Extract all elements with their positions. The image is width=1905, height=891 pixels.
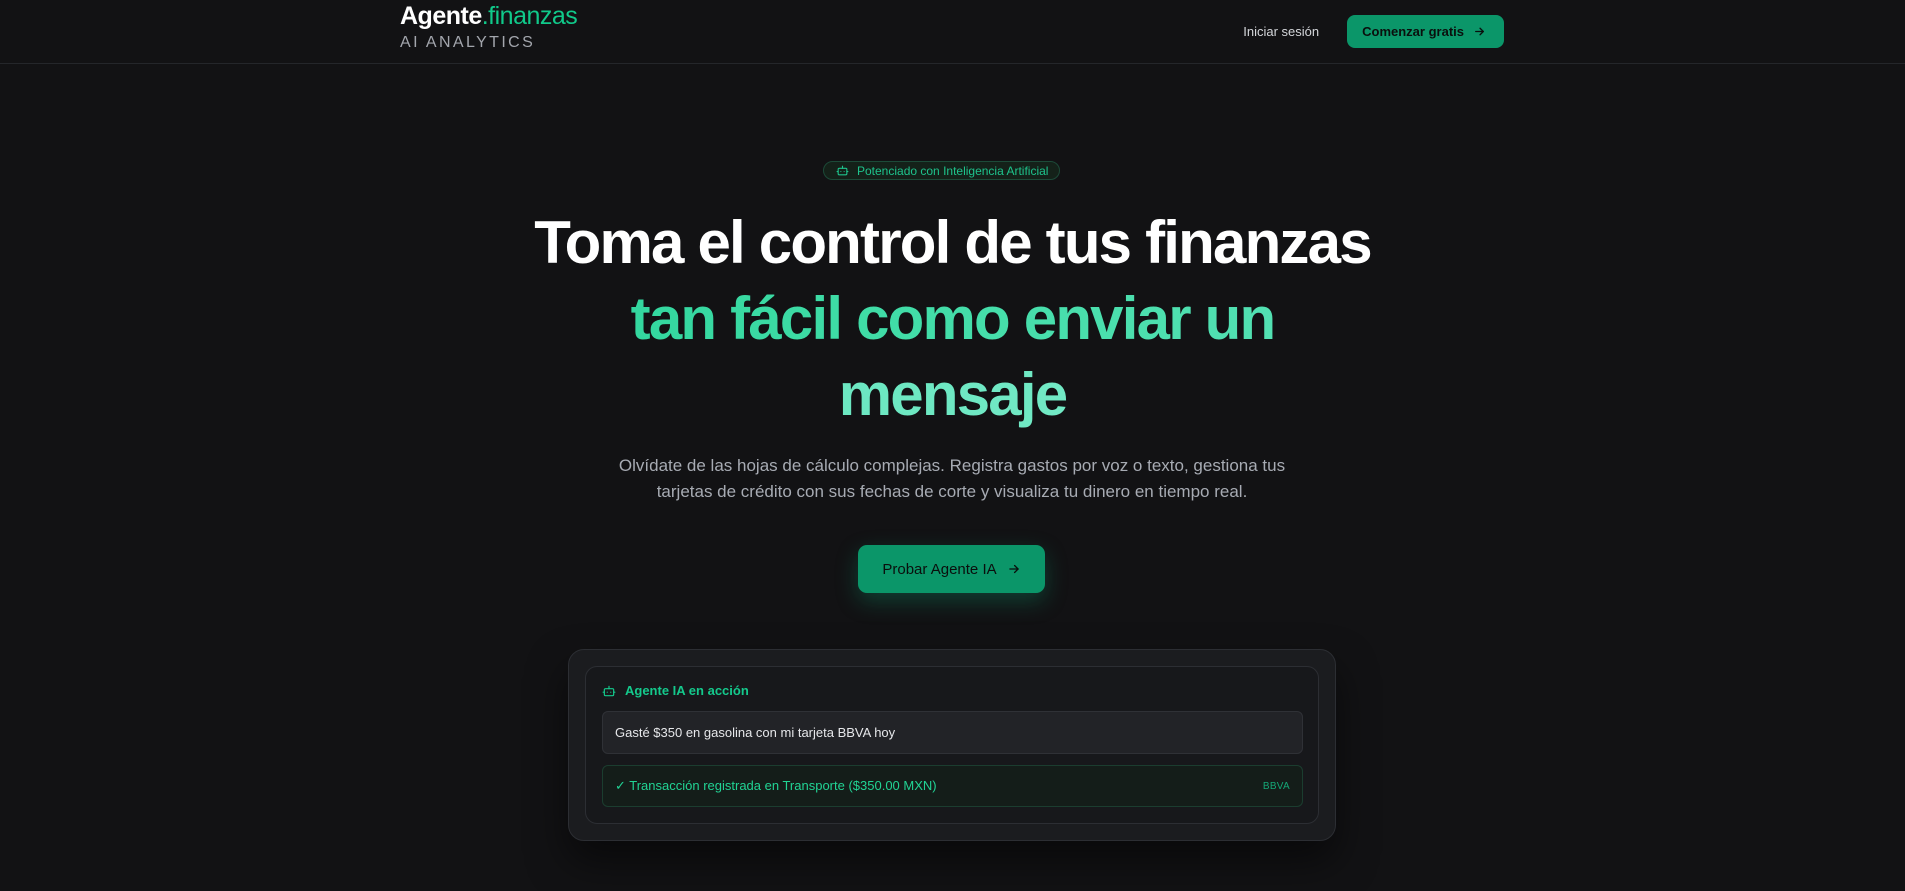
agent-demo-header: Agente IA en acción — [602, 683, 749, 698]
robot-icon — [836, 164, 849, 177]
try-agent-button-label: Probar Agente IA — [882, 560, 997, 578]
ai-badge-text: Potenciado con Inteligencia Artificial — [857, 163, 1049, 178]
robot-icon — [602, 684, 616, 698]
agent-demo-card: Agente IA en acción Gasté $350 en gasoli… — [568, 649, 1336, 841]
headline-line-1: Toma el control de tus finanzas — [534, 209, 1372, 276]
arrow-right-icon — [1473, 25, 1486, 38]
top-navbar: Agente.finanzas AI ANALYTICS Iniciar ses… — [0, 0, 1905, 64]
brand-name-secondary: .finanzas — [481, 2, 578, 30]
brand-logo[interactable]: Agente.finanzas AI ANALYTICS — [400, 2, 578, 51]
start-free-button-label: Comenzar gratis — [1362, 24, 1464, 39]
ai-badge: Potenciado con Inteligencia Artificial — [823, 161, 1061, 180]
transaction-result-text: ✓ Transacción registrada en Transporte (… — [615, 778, 937, 793]
brand-name-primary: Agente — [400, 2, 482, 30]
hero-description: Olvídate de las hojas de cálculo complej… — [618, 456, 1286, 501]
start-free-button[interactable]: Comenzar gratis — [1347, 15, 1504, 48]
headline-line-2: tan fácil como enviar un — [0, 281, 1905, 357]
login-link[interactable]: Iniciar sesión — [1243, 24, 1319, 39]
chat-message-text: Gasté $350 en gasolina con mi tarjeta BB… — [615, 725, 896, 740]
chat-message-input[interactable]: Gasté $350 en gasolina con mi tarjeta BB… — [602, 711, 1303, 754]
arrow-right-icon — [1007, 562, 1021, 576]
agent-demo-panel: Agente IA en acción Gasté $350 en gasoli… — [585, 666, 1319, 824]
headline-line-3: mensaje — [0, 357, 1905, 433]
try-agent-button[interactable]: Probar Agente IA — [858, 545, 1045, 593]
transaction-result: ✓ Transacción registrada en Transporte (… — [602, 765, 1303, 807]
bank-tag: BBVA — [1262, 780, 1290, 792]
hero-headline: Toma el control de tus finanzas tan fáci… — [0, 205, 1905, 433]
brand-tagline: AI ANALYTICS — [400, 34, 536, 51]
brand-name: Agente.finanzas — [400, 2, 578, 30]
agent-demo-title: Agente IA en acción — [625, 683, 749, 698]
nav-actions: Iniciar sesión Comenzar gratis — [1243, 15, 1504, 48]
